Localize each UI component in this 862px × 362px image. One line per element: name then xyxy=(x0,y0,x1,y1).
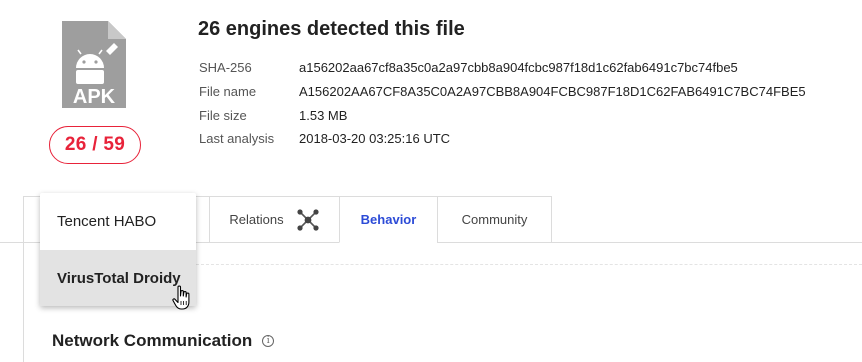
svg-text:APK: APK xyxy=(73,86,116,108)
detail-row-sha256: SHA-256 a156202aa67cf8a35c0a2a97cbb8a904… xyxy=(199,56,806,80)
network-communication-heading: Network Communication i xyxy=(52,331,275,351)
tab-relations-label: Relations xyxy=(229,212,284,227)
tab-community[interactable]: Community xyxy=(437,196,552,243)
dropdown-item-tencent-habo[interactable]: Tencent HABO xyxy=(40,193,196,250)
detail-key: File size xyxy=(199,107,247,123)
info-icon[interactable]: i xyxy=(262,335,275,347)
section-title-text: Network Communication xyxy=(52,331,253,350)
detail-key: File name xyxy=(199,84,257,100)
content-border xyxy=(23,243,24,362)
file-size-value: 1.53 MB xyxy=(299,107,348,123)
detail-key: Last analysis xyxy=(199,131,275,147)
relations-graph-icon xyxy=(296,208,319,231)
detection-title: 26 engines detected this file xyxy=(198,18,465,40)
hand-pointer-icon xyxy=(172,285,190,310)
file-name-value: A156202AA67CF8A35C0A2A97CBB8A904FCBC987F… xyxy=(299,84,806,100)
detail-row-last-analysis: Last analysis 2018-03-20 03:25:16 UTC xyxy=(199,127,806,151)
detection-score-badge: 26 / 59 xyxy=(49,126,141,164)
last-analysis-value: 2018-03-20 03:25:16 UTC xyxy=(299,131,451,147)
sandbox-separator xyxy=(196,264,862,265)
sha256-value[interactable]: a156202aa67cf8a35c0a2a97cbb8a904fcbc987f… xyxy=(299,60,738,75)
detail-row-file-name: File name A156202AA67CF8A35C0A2A97CBB8A9… xyxy=(199,80,806,104)
file-details: SHA-256 a156202aa67cf8a35c0a2a97cbb8a904… xyxy=(199,56,806,151)
tab-relations[interactable]: Relations xyxy=(209,196,340,243)
detail-key: SHA-256 xyxy=(199,60,252,76)
apk-file-icon: APK xyxy=(62,21,126,108)
tab-behavior[interactable]: Behavior xyxy=(339,196,438,243)
detail-row-file-size: File size 1.53 MB xyxy=(199,103,806,127)
